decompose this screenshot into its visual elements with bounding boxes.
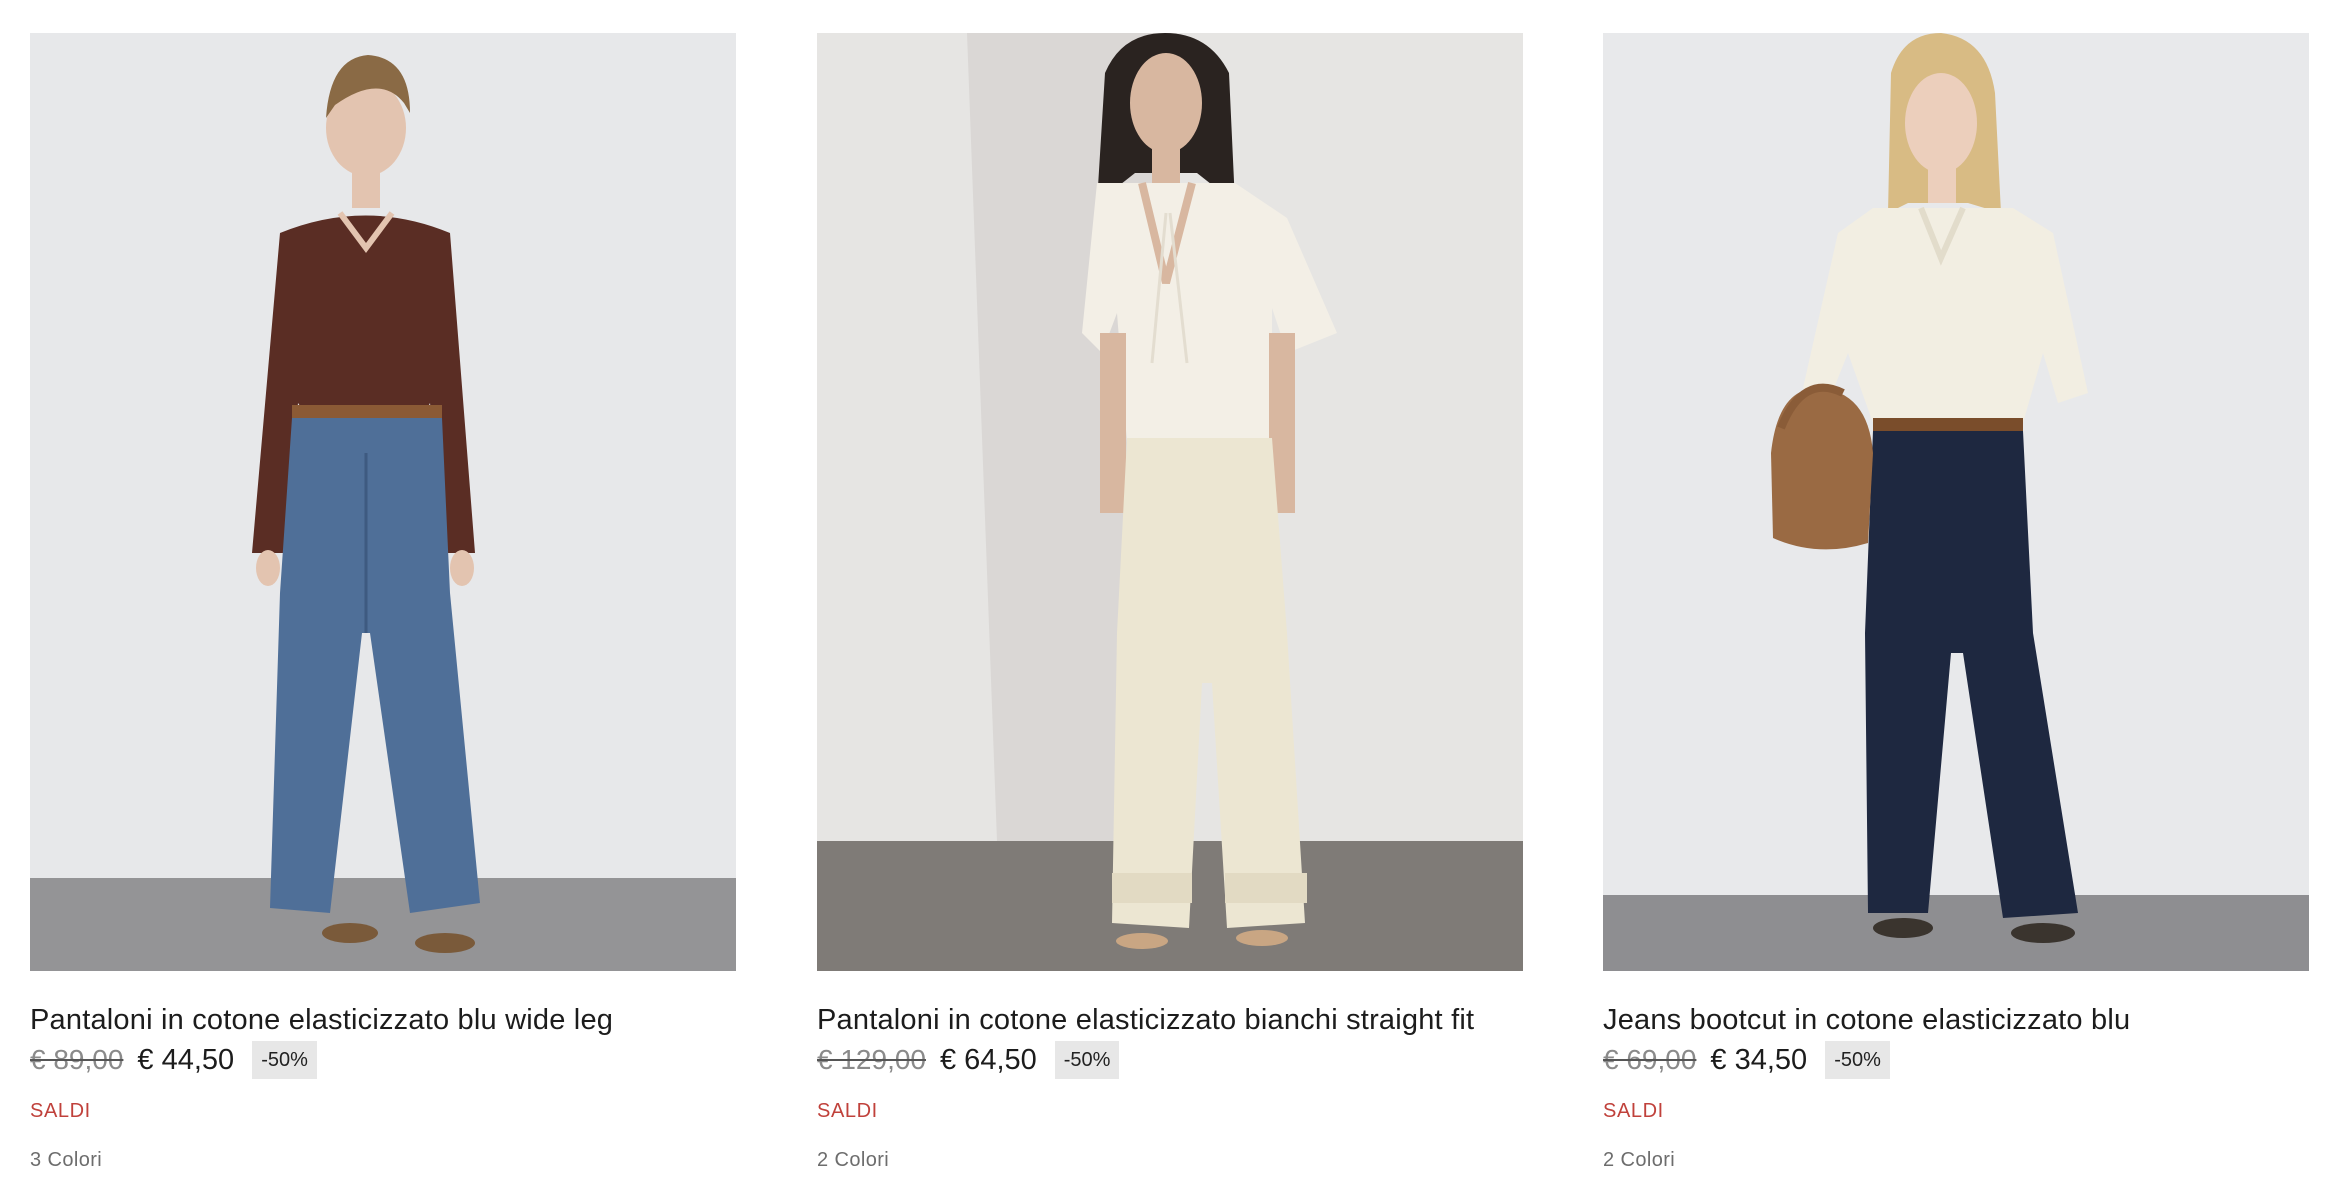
sale-label: SALDI — [1603, 1100, 1664, 1122]
price-row: € 129,00 € 64,50 -50% — [817, 1040, 1523, 1080]
discount-badge: -50% — [1825, 1041, 1890, 1079]
color-count[interactable]: 2 Colori — [817, 1149, 1523, 1172]
product-title[interactable]: Jeans bootcut in cotone elasticizzato bl… — [1603, 1002, 2309, 1038]
discount-badge: -50% — [1054, 1041, 1120, 1079]
price-row: € 69,00 € 34,50 -50% — [1603, 1040, 2309, 1080]
product-title[interactable]: Pantaloni in cotone elasticizzato blu wi… — [30, 1002, 736, 1038]
product-title[interactable]: Pantaloni in cotone elasticizzato bianch… — [817, 1002, 1523, 1038]
sale-label: SALDI — [817, 1100, 878, 1122]
original-price: € 69,00 — [1603, 1044, 1697, 1075]
product-image[interactable] — [817, 33, 1523, 971]
color-count[interactable]: 3 Colori — [30, 1149, 736, 1172]
color-count[interactable]: 2 Colori — [1603, 1149, 2309, 1172]
product-grid: Pantaloni in cotone elasticizzato blu wi… — [0, 0, 2338, 1192]
original-price: € 89,00 — [30, 1044, 124, 1075]
sale-price: € 34,50 — [1710, 1043, 1808, 1076]
product-card[interactable]: Pantaloni in cotone elasticizzato bianch… — [817, 33, 1523, 1172]
price-row: € 89,00 € 44,50 -50% — [30, 1040, 736, 1080]
product-card[interactable]: Pantaloni in cotone elasticizzato blu wi… — [30, 33, 736, 1172]
product-card[interactable]: Jeans bootcut in cotone elasticizzato bl… — [1603, 33, 2309, 1172]
discount-badge: -50% — [252, 1041, 317, 1079]
sale-price: € 64,50 — [940, 1043, 1037, 1076]
sale-price: € 44,50 — [137, 1043, 235, 1076]
product-image[interactable] — [30, 33, 736, 971]
original-price: € 129,00 — [817, 1044, 926, 1075]
product-image[interactable] — [1603, 33, 2309, 971]
sale-label: SALDI — [30, 1100, 91, 1122]
